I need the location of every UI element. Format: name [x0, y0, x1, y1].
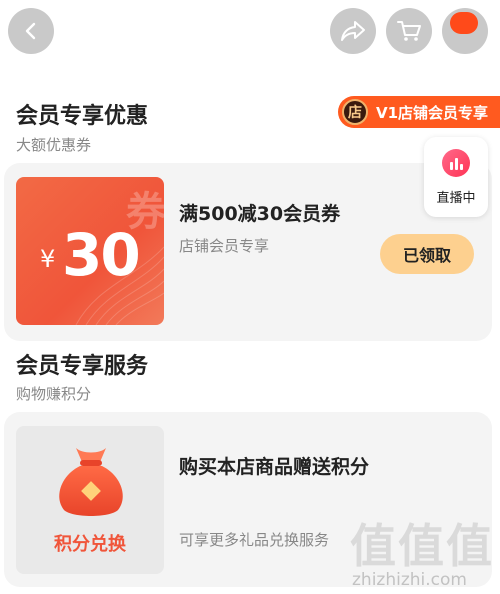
chevron-left-icon — [25, 22, 36, 40]
live-label: 直播中 — [436, 191, 476, 206]
shop-member-tag-label: V1店铺会员专享 — [376, 103, 489, 122]
live-stream-icon — [442, 149, 470, 177]
money-bag-icon — [59, 448, 123, 516]
claimed-button[interactable]: 已领取 — [380, 234, 474, 274]
member-deals-subtitle: 大额优惠券 — [16, 136, 92, 154]
back-button[interactable] — [8, 8, 54, 54]
coupon-amount: 30 — [62, 221, 141, 289]
site-watermark: 值值值 zhizhizhi.com — [350, 510, 500, 594]
coupon-desc: 店铺会员专享 — [179, 237, 270, 255]
points-title: 购买本店商品赠送积分 — [179, 456, 370, 478]
notification-badge — [450, 12, 478, 34]
cart-button[interactable] — [386, 8, 432, 54]
points-exchange-label: 积分兑换 — [54, 534, 126, 555]
coupon-image: 券 ¥ 30 — [16, 177, 164, 325]
shop-member-tag[interactable]: 店 V1店铺会员专享 — [338, 96, 500, 128]
coupon-currency: ¥ — [40, 245, 56, 273]
coupon-title: 满500减30会员券 — [179, 203, 341, 225]
member-deals-title: 会员专享优惠 — [16, 104, 149, 129]
cart-icon — [397, 21, 421, 41]
share-icon — [341, 21, 365, 41]
live-badge[interactable]: 直播中 — [424, 137, 488, 217]
member-services-subtitle: 购物赚积分 — [16, 385, 92, 403]
watermark-url: zhizhizhi.com — [352, 570, 467, 590]
coupon-card[interactable]: 券 ¥ 30 满500减30会员券 店铺会员专享 已领取 — [4, 163, 492, 341]
points-desc: 可享更多礼品兑换服务 — [179, 531, 330, 549]
watermark-logo: 值值值 — [350, 519, 494, 573]
shop-icon: 店 — [342, 99, 368, 125]
share-button[interactable] — [330, 8, 376, 54]
member-services-title: 会员专享服务 — [16, 354, 149, 379]
more-button[interactable] — [442, 8, 488, 54]
points-image: 积分兑换 — [16, 426, 164, 574]
